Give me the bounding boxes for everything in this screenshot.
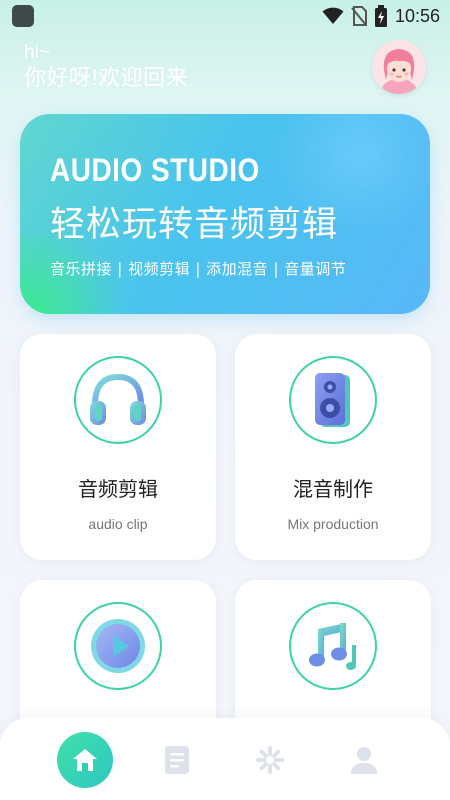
tab-user[interactable] xyxy=(336,732,392,788)
user-icon xyxy=(351,747,377,774)
feature-icon-frame xyxy=(74,602,162,690)
bottom-tab-bar xyxy=(0,718,450,800)
tab-sparkle[interactable] xyxy=(242,732,298,788)
banner-tags: 音乐拼接 | 视频剪辑 | 添加混音 | 音量调节 xyxy=(50,260,347,278)
home-icon xyxy=(73,749,97,771)
feature-icon-frame xyxy=(289,356,377,444)
greeting: hi~ 你好呀!欢迎回来 xyxy=(24,42,188,92)
avatar[interactable] xyxy=(372,40,426,94)
feature-icon-frame xyxy=(74,356,162,444)
battery-charging-icon xyxy=(374,5,387,27)
music-note-icon xyxy=(309,623,356,670)
wifi-icon xyxy=(322,7,344,24)
banner-title: AUDIO STUDIO xyxy=(50,152,260,188)
feature-card-audio-clip[interactable]: 音频剪辑 audio clip xyxy=(20,334,216,560)
no-sim-icon xyxy=(351,6,367,26)
feature-icon-frame xyxy=(289,602,377,690)
greeting-message: 你好呀!欢迎回来 xyxy=(24,65,189,90)
headphones-icon xyxy=(90,373,146,425)
girl-avatar-icon xyxy=(372,40,426,94)
play-icon xyxy=(91,619,145,673)
feature-card-mix-production[interactable]: 混音制作 Mix production xyxy=(235,334,431,560)
card-title: 混音制作 xyxy=(293,477,373,501)
list-icon xyxy=(165,746,189,774)
tab-home[interactable] xyxy=(57,732,113,788)
card-subtitle: audio clip xyxy=(88,516,148,532)
status-icons: 10:56 xyxy=(322,4,440,28)
tab-list[interactable] xyxy=(149,732,205,788)
card-title: 音频剪辑 xyxy=(78,477,158,501)
status-bar: 10:56 xyxy=(0,0,450,32)
greeting-hi: hi~ xyxy=(24,42,50,63)
clock-time: 10:56 xyxy=(394,5,440,26)
hero-banner[interactable]: AUDIO STUDIO 轻松玩转音频剪辑 音乐拼接 | 视频剪辑 | 添加混音… xyxy=(20,114,430,314)
banner-subtitle: 轻松玩转音频剪辑 xyxy=(50,205,339,245)
speaker-icon xyxy=(315,373,350,427)
sparkle-icon xyxy=(256,746,284,774)
app-notification-icon xyxy=(12,5,34,27)
card-subtitle: Mix production xyxy=(287,516,379,532)
